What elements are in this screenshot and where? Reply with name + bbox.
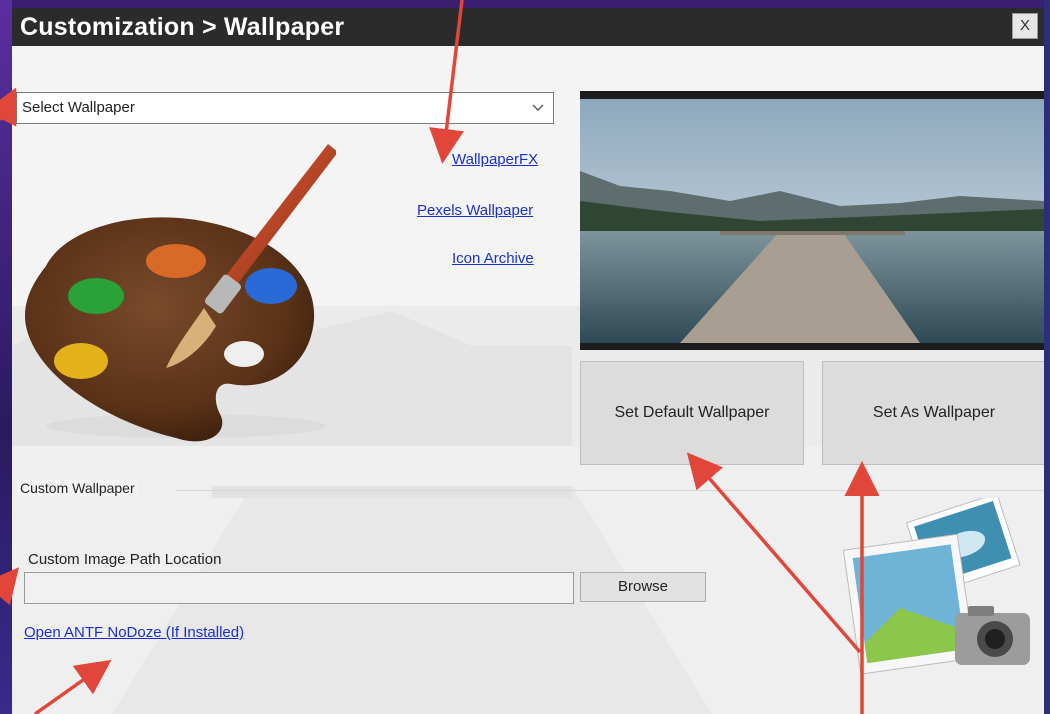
photos-camera-icon (842, 498, 1030, 675)
set-as-wallpaper-button[interactable]: Set As Wallpaper (822, 361, 1044, 465)
wallpaperfx-link[interactable]: WallpaperFX (452, 151, 538, 168)
open-antf-nodoze-link[interactable]: Open ANTF NoDoze (If Installed) (24, 624, 244, 641)
custom-wallpaper-group-divider (176, 490, 1044, 491)
desktop-background-right (1044, 0, 1050, 714)
customization-window: Customization > Wallpaper X Select Wallp… (12, 8, 1044, 714)
custom-wallpaper-group-label: Custom Wallpaper (18, 480, 137, 496)
paint-palette-icon (24, 144, 336, 442)
desktop-background-left (0, 0, 12, 714)
set-default-wallpaper-button[interactable]: Set Default Wallpaper (580, 361, 804, 465)
wallpaper-select-value: Select Wallpaper (22, 99, 135, 116)
title-bar: Customization > Wallpaper X (12, 8, 1044, 46)
custom-image-path-input[interactable] (24, 572, 574, 604)
wallpaper-preview-image (580, 91, 1044, 350)
browse-button[interactable]: Browse (580, 572, 706, 602)
wallpaper-select[interactable]: Select Wallpaper (16, 92, 554, 124)
close-button[interactable]: X (1012, 13, 1038, 39)
window-title: Customization > Wallpaper (20, 13, 345, 41)
custom-image-path-label: Custom Image Path Location (28, 551, 222, 568)
chevron-down-icon (532, 104, 544, 111)
wallpaper-preview (580, 91, 1044, 350)
icon-archive-link[interactable]: Icon Archive (452, 250, 534, 267)
pexels-wallpaper-link[interactable]: Pexels Wallpaper (417, 202, 533, 219)
